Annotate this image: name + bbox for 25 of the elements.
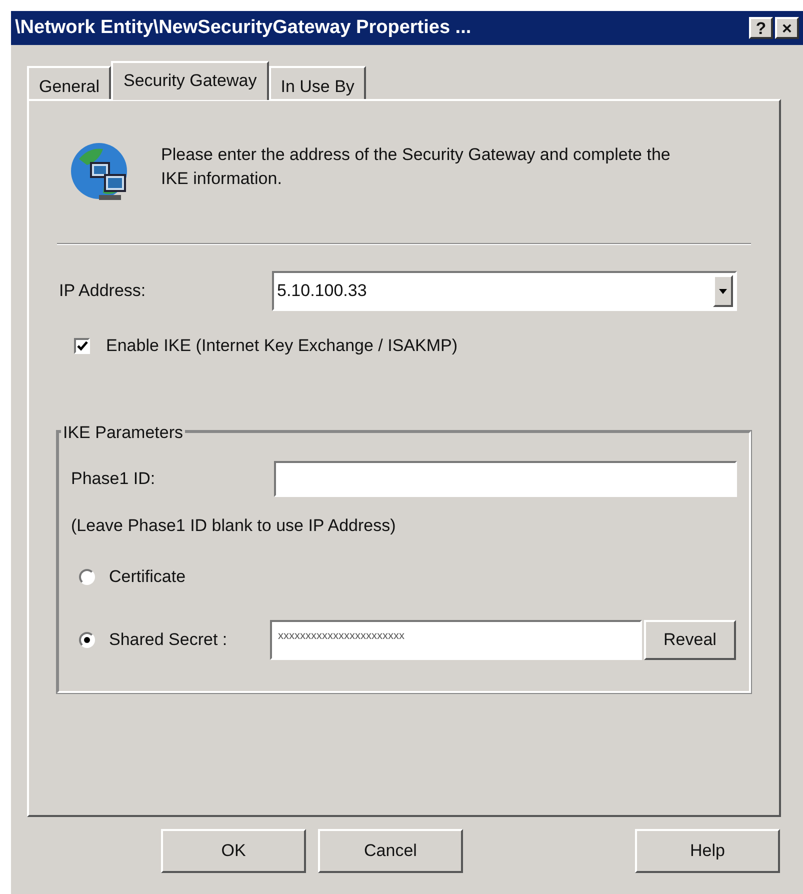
checkbox-label: Enable IKE (Internet Key Exchange / ISAKMP): [106, 335, 458, 357]
cancel-button[interactable]: Cancel: [318, 829, 463, 873]
ip-address-combo[interactable]: 5.10.100.33: [272, 271, 737, 311]
checkbox[interactable]: [74, 338, 90, 354]
shared-secret-field[interactable]: xxxxxxxxxxxxxxxxxxxxxxx: [270, 620, 642, 660]
dropdown-button[interactable]: [713, 275, 733, 307]
window-title: \Network Entity\NewSecurityGateway Properties ...: [15, 16, 472, 40]
help-button[interactable]: ?: [749, 17, 773, 39]
ok-button[interactable]: OK: [161, 829, 306, 873]
radio-label: Shared Secret :: [109, 628, 228, 651]
tab[interactable]: Security Gateway: [111, 61, 269, 100]
ip-address-label: IP Address:: [59, 280, 147, 302]
help-button[interactable]: Help: [635, 829, 780, 873]
radio-button[interactable]: [79, 568, 95, 585]
reveal-button[interactable]: Reveal: [644, 620, 736, 660]
radio-button[interactable]: [79, 632, 95, 648]
note-text: (Leave Phase1 ID blank to use IP Address): [71, 514, 397, 536]
close-button[interactable]: ×: [775, 17, 799, 39]
tab[interactable]: In Use By: [268, 66, 366, 100]
radio-label: Certificate: [109, 566, 187, 588]
phase1-id-label: Phase1 ID:: [71, 468, 156, 490]
intro-text: Please enter the address of the Security Gateway and complete the IKE information.: [161, 144, 672, 190]
caret-icon: [719, 288, 727, 294]
tab[interactable]: General: [27, 66, 112, 100]
phase1-id-field[interactable]: [274, 460, 737, 496]
